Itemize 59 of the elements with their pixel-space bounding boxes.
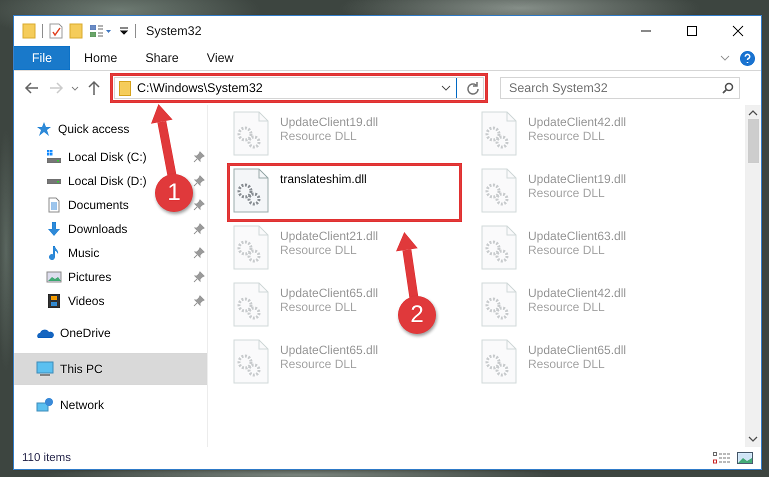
file-type: Resource DLL: [528, 243, 606, 257]
nav-item[interactable]: Local Disk (D:): [68, 174, 147, 188]
properties-icon[interactable]: [49, 23, 63, 39]
scroll-up-icon[interactable]: [748, 109, 758, 117]
file-type: Resource DLL: [528, 186, 606, 200]
pin-icon[interactable]: [193, 151, 205, 163]
pin-icon[interactable]: [193, 247, 205, 259]
pin-icon[interactable]: [193, 295, 205, 307]
ribbon-tab[interactable]: Share: [131, 46, 193, 70]
file-type: Resource DLL: [280, 129, 358, 143]
ribbon-tab[interactable]: Home: [70, 46, 132, 70]
film-icon: [46, 293, 62, 309]
folder-icon[interactable]: [22, 23, 36, 39]
window-title: System32: [146, 24, 202, 38]
file-type: Resource DLL: [528, 300, 606, 314]
file-tab[interactable]: File: [14, 46, 70, 70]
download-icon: [46, 221, 62, 237]
pin-icon[interactable]: [193, 175, 205, 187]
nav-item[interactable]: Quick access: [58, 122, 130, 136]
file-type: Resource DLL: [528, 357, 606, 371]
view-options-icon[interactable]: [89, 23, 113, 39]
dll-file-icon[interactable]: [232, 168, 270, 214]
document-icon: [46, 197, 62, 213]
star-icon: [36, 121, 52, 137]
drive-icon: [47, 178, 61, 184]
computer-icon: [36, 361, 54, 377]
drive-icon: [46, 149, 62, 165]
ribbon-tab[interactable]: View: [192, 46, 248, 70]
file-type: Resource DLL: [280, 243, 358, 257]
nav-item[interactable]: Downloads: [68, 222, 128, 236]
large-icons-view-icon[interactable]: [737, 452, 753, 464]
details-view-icon[interactable]: [713, 452, 731, 464]
network-icon: [36, 397, 54, 413]
scroll-thumb[interactable]: [748, 119, 758, 163]
file-type: Resource DLL: [528, 129, 606, 143]
nav-item[interactable]: Local Disk (C:): [68, 150, 147, 164]
new-folder-icon[interactable]: [69, 23, 83, 39]
nav-item[interactable]: Pictures: [68, 270, 112, 284]
nav-item[interactable]: Network: [60, 398, 104, 412]
nav-item[interactable]: This PC: [60, 362, 103, 376]
file-type: Resource DLL: [280, 300, 358, 314]
pin-icon[interactable]: [193, 271, 205, 283]
scroll-down-icon[interactable]: [748, 435, 758, 443]
pin-icon[interactable]: [193, 199, 205, 211]
pin-icon[interactable]: [193, 223, 205, 235]
folder-icon: [119, 80, 131, 96]
expand-ribbon-icon[interactable]: [720, 54, 730, 62]
nav-item[interactable]: Documents: [68, 198, 129, 212]
pictures-icon: [46, 269, 62, 285]
file-type: Resource DLL: [280, 357, 358, 371]
item-count: 110 items: [22, 452, 72, 464]
help-icon[interactable]: [740, 50, 755, 66]
scrollbar[interactable]: [745, 105, 761, 447]
nav-item[interactable]: OneDrive: [60, 326, 111, 340]
file-name[interactable]: translateshim.dll: [280, 172, 367, 186]
search-icon: [722, 82, 734, 94]
search-field[interactable]: Search System32: [500, 77, 740, 99]
nav-item[interactable]: Music: [68, 246, 100, 260]
nav-item[interactable]: Videos: [68, 294, 104, 308]
